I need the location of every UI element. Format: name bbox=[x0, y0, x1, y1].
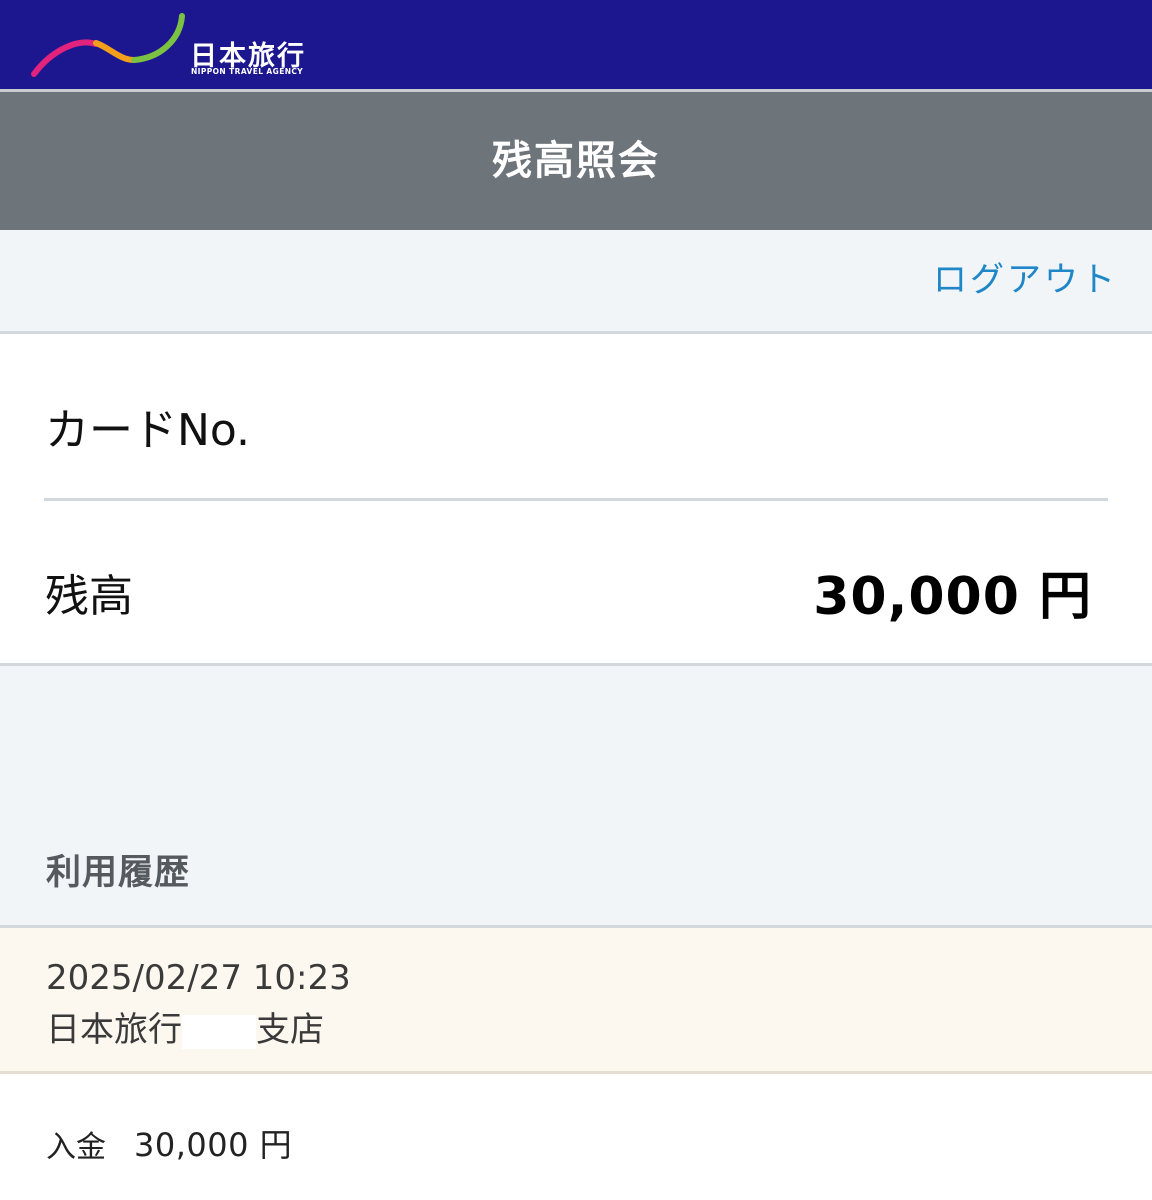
logout-link[interactable]: ログアウト bbox=[933, 252, 1118, 301]
brand-tagline: NIPPON TRAVEL AGENCY bbox=[191, 67, 304, 76]
entry-store-prefix: 日本旅行 bbox=[46, 1010, 182, 1050]
card-number-label: カードNo. bbox=[45, 405, 251, 456]
page-title: 残高照会 bbox=[492, 138, 660, 184]
card-info-panel: カードNo. 残高 30,000 円 bbox=[0, 334, 1152, 666]
transaction-amount: 30,000 円 bbox=[134, 1126, 293, 1164]
balance-inquiry-page: 日本旅行 NIPPON TRAVEL AGENCY 残高照会 ログアウト カード… bbox=[0, 0, 1152, 1200]
brand-swoosh-icon bbox=[31, 13, 185, 77]
logout-row: ログアウト bbox=[0, 230, 1152, 334]
redaction-mask bbox=[182, 1014, 256, 1049]
balance-value: 30,000 円 bbox=[813, 567, 1092, 627]
transaction-type: 入金 bbox=[46, 1130, 106, 1165]
entry-store: 日本旅行 支店 bbox=[46, 1002, 324, 1051]
brand-logo: 日本旅行 NIPPON TRAVEL AGENCY bbox=[30, 10, 320, 82]
divider bbox=[44, 498, 1108, 501]
history-header: 利用履歴 bbox=[0, 666, 1152, 928]
deposit-row: 入金 30,000 円 bbox=[0, 1074, 1152, 1200]
entry-store-suffix: 支店 bbox=[256, 1010, 324, 1050]
history-title: 利用履歴 bbox=[46, 853, 191, 893]
entry-datetime: 2025/02/27 10:23 bbox=[46, 958, 351, 998]
history-entry: 2025/02/27 10:23 日本旅行 支店 bbox=[0, 928, 1152, 1074]
brand-header: 日本旅行 NIPPON TRAVEL AGENCY bbox=[0, 0, 1152, 92]
balance-label: 残高 bbox=[45, 571, 133, 622]
title-bar: 残高照会 bbox=[0, 92, 1152, 230]
